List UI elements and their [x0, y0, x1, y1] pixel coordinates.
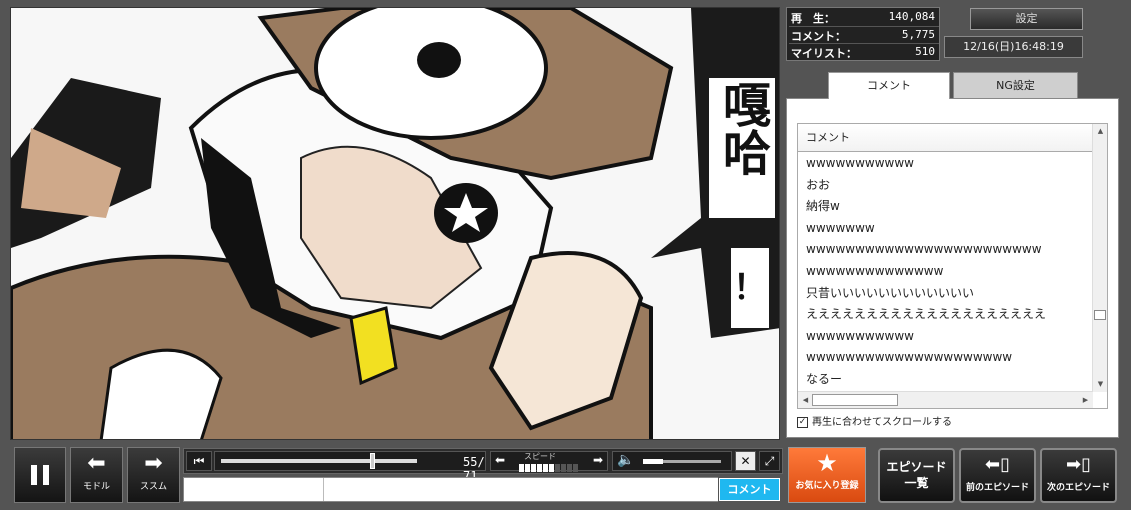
comment-panel: コメント wwwwwwwwwww おお 納得w wwwwwww wwwwwwwwwwww…	[786, 98, 1119, 438]
comment-row[interactable]: ええええええええええええええええええええ	[798, 304, 1093, 326]
comment-list[interactable]: コメント wwwwwwwwwww おお 納得w wwwwwww wwwwwwwwwwww…	[797, 123, 1108, 409]
views-value: 140,084	[888, 10, 935, 23]
tab-comment[interactable]: コメント	[828, 72, 950, 99]
prev-episode-label: 前のエピソード	[965, 483, 1029, 493]
next-episode-label: 次のエピソード	[1046, 483, 1110, 493]
comments-value: 5,775	[901, 28, 935, 41]
comment-row[interactable]: 只昔いいいいいいいいいいいい	[798, 283, 1093, 305]
skip-start-icon[interactable]: ⏮	[186, 451, 212, 471]
episode-list-line2: 一覧	[904, 476, 929, 490]
speed-meter-cell	[573, 464, 578, 472]
video-frame-illustration	[11, 8, 779, 439]
seek-bar-row: ⏮ 55/ 71 ⬅ スピード ➡ 🔈 ✕ ⤢	[183, 448, 783, 483]
speed-meter-cell	[549, 464, 554, 472]
tab-ng-settings[interactable]: NG設定	[953, 72, 1078, 99]
vertical-scroll-thumb[interactable]	[1094, 310, 1106, 320]
speed-meter-cell	[525, 464, 530, 472]
sync-scroll-checkbox[interactable]: ✓	[797, 416, 808, 428]
episode-list-button[interactable]: エピソード 一覧	[878, 448, 955, 503]
comment-list-body[interactable]: wwwwwwwwwww おお 納得w wwwwwww wwwwwwwwwwwwwwwww…	[798, 153, 1093, 391]
arrow-left-icon: ⬅	[87, 451, 106, 476]
volume-fill	[643, 459, 663, 464]
speed-meter-cell	[531, 464, 536, 472]
fullscreen-icon[interactable]: ⤢	[759, 451, 780, 471]
speed-control[interactable]: ⬅ スピード ➡	[490, 451, 608, 472]
video-stats: 再 生： 140,084 コメント： 5,775 マイリスト： 510	[786, 7, 940, 61]
sync-scroll-option[interactable]: ✓ 再生に合わせてスクロールする	[797, 413, 1117, 429]
comment-row[interactable]: wwwwwww	[798, 218, 1093, 240]
player-frame: 嘎哈 ！ 再 生： 140,084 コメント： 5,775 マイリスト： 510…	[0, 0, 1131, 510]
horizontal-scrollbar[interactable]: ◀ ▶	[798, 391, 1093, 408]
scroll-right-icon[interactable]: ▶	[1078, 393, 1093, 408]
forward-button[interactable]: ➡ ススム	[127, 447, 180, 503]
views-row: 再 生： 140,084	[789, 9, 939, 25]
prev-episode-button[interactable]: ⬅▯ 前のエピソード	[959, 448, 1036, 503]
seek-thumb[interactable]	[369, 453, 375, 469]
command-input[interactable]	[184, 478, 322, 501]
speed-up-icon[interactable]: ➡	[593, 453, 603, 467]
comment-row[interactable]: wwwwwwwwwww	[798, 153, 1093, 175]
back-button[interactable]: ⬅ モドル	[70, 447, 123, 503]
comment-row[interactable]: 納得w	[798, 196, 1093, 218]
current-datetime: 12/16(日)16:48:19	[944, 36, 1083, 58]
speed-meter-cell	[561, 464, 566, 472]
mylist-value: 510	[915, 45, 935, 58]
settings-button[interactable]: 設定	[970, 8, 1083, 30]
comment-row[interactable]: wwwwwwwwwwwwwwwwwwwwwwww	[798, 239, 1093, 261]
pause-button[interactable]	[14, 447, 66, 503]
speed-meter-cell	[567, 464, 572, 472]
scroll-left-icon[interactable]: ◀	[798, 393, 813, 408]
arrow-right-icon: ➡	[144, 451, 163, 476]
next-episode-button[interactable]: ➡▯ 次のエピソード	[1040, 448, 1117, 503]
sync-scroll-label: 再生に合わせてスクロールする	[812, 417, 952, 428]
comment-row[interactable]: wwwwwwwwwwwwwwwwwwwww	[798, 347, 1093, 369]
vertical-scrollbar[interactable]: ▲ ▼	[1092, 124, 1107, 392]
scroll-up-icon[interactable]: ▲	[1093, 124, 1108, 139]
favorite-label: お気に入り登録	[795, 481, 859, 491]
speech-exclaim: ！	[733, 268, 767, 308]
prev-episode-icon: ⬅▯	[985, 454, 1010, 475]
comment-row[interactable]: おお	[798, 175, 1093, 197]
seek-track[interactable]	[221, 459, 417, 463]
forward-label: ススム	[139, 482, 167, 492]
comments-row: コメント： 5,775	[789, 26, 939, 43]
video-player[interactable]: 嘎哈 ！	[10, 7, 780, 440]
speed-meter-cell	[519, 464, 524, 472]
comment-row[interactable]: wwwwwwwwwww	[798, 326, 1093, 348]
next-episode-icon: ➡▯	[1066, 454, 1091, 475]
comment-input-row	[183, 477, 718, 502]
scroll-down-icon[interactable]: ▼	[1093, 377, 1108, 392]
speaker-icon[interactable]: 🔈	[617, 452, 634, 468]
volume-control[interactable]: 🔈	[612, 451, 732, 471]
comment-row[interactable]: なるー	[798, 369, 1093, 391]
comment-row[interactable]: wwwwwwwwwwwwww	[798, 261, 1093, 283]
seek-bar[interactable]: 55/ 71	[214, 451, 486, 483]
comment-input[interactable]	[323, 478, 718, 501]
comment-toggle-icon[interactable]: ✕	[735, 451, 756, 471]
views-label: 再 生：	[791, 12, 835, 25]
speed-meter-cell	[555, 464, 560, 472]
comments-label: コメント：	[791, 30, 846, 43]
pause-icon	[31, 465, 49, 485]
mylist-label: マイリスト：	[791, 47, 857, 60]
speech-text: 嘎哈	[714, 80, 770, 176]
favorite-button[interactable]: ★ お気に入り登録	[788, 447, 866, 503]
comment-list-header[interactable]: コメント	[798, 124, 1093, 152]
comment-submit-button[interactable]: コメント	[719, 478, 780, 501]
star-icon: ★	[816, 449, 838, 477]
speed-down-icon[interactable]: ⬅	[495, 453, 505, 467]
speed-meter-cell	[543, 464, 548, 472]
speed-meter-cell	[537, 464, 542, 472]
horizontal-scroll-thumb[interactable]	[812, 394, 898, 406]
episode-list-line1: エピソード	[886, 460, 947, 474]
back-label: モドル	[82, 482, 110, 492]
speed-label: スピード	[524, 452, 556, 461]
mylist-row: マイリスト： 510	[789, 43, 939, 60]
